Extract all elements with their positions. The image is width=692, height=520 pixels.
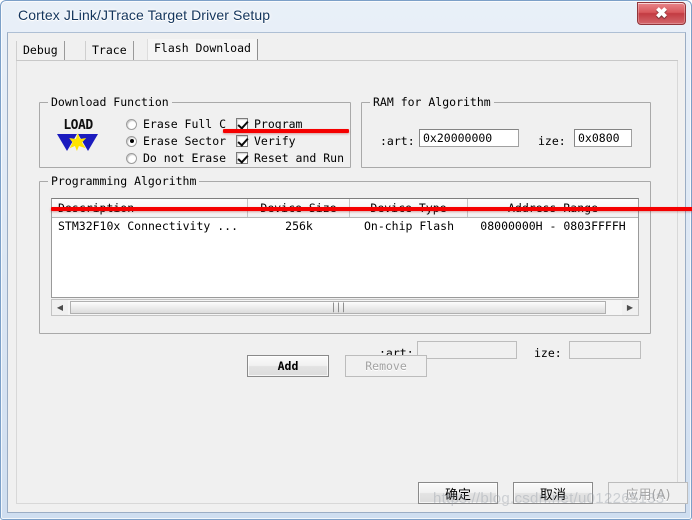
radio-label: Erase Full C: [143, 117, 227, 131]
cancel-button[interactable]: 取消: [513, 482, 593, 504]
algorithm-size-input[interactable]: [569, 341, 641, 359]
title-bar: Cortex JLink/JTrace Target Driver Setup …: [1, 1, 691, 32]
tab-flash-download[interactable]: Flash Download: [147, 39, 258, 61]
radio-indicator: [126, 152, 137, 164]
checkbox-label: Verify: [254, 134, 296, 148]
ram-for-algorithm-caption: RAM for Algorithm: [370, 95, 494, 109]
annotation-line-algorithm-row: [51, 207, 692, 211]
radio-do-not-erase[interactable]: Do not Erase: [126, 151, 226, 165]
algorithm-start-input[interactable]: [417, 341, 517, 359]
scroll-left-arrow-icon[interactable]: ◀: [52, 300, 68, 315]
ok-button[interactable]: 确定: [418, 482, 498, 504]
radio-label: Erase Sector: [143, 134, 227, 148]
cell-description: STM32F10x Connectivity ...: [58, 219, 239, 233]
ram-start-label: :art:: [380, 134, 415, 148]
scrollbar-grip-icon: |||: [330, 302, 346, 313]
tab-debug[interactable]: Debug: [16, 41, 65, 61]
tab-trace[interactable]: Trace: [85, 41, 134, 61]
close-button[interactable]: ✖: [637, 2, 686, 25]
window-title: Cortex JLink/JTrace Target Driver Setup: [18, 7, 271, 23]
download-function-caption: Download Function: [48, 95, 172, 109]
scrollbar-thumb[interactable]: |||: [70, 301, 606, 314]
radio-label: Do not Erase: [143, 151, 227, 165]
programming-algorithm-group: Programming Algorithm Description Device…: [39, 174, 651, 334]
remove-button: Remove: [345, 355, 427, 377]
download-function-group: Download Function LOAD Erase Full C Eras…: [39, 95, 351, 168]
algorithm-size-label: ize:: [534, 346, 562, 360]
checkbox-label: Reset and Run: [254, 151, 345, 165]
checkbox-reset-and-run[interactable]: Reset and Run: [236, 151, 344, 165]
close-icon: ✖: [655, 6, 668, 22]
scrollbar-track[interactable]: |||: [68, 300, 622, 315]
checkbox-indicator: [236, 152, 248, 164]
radio-indicator: [126, 135, 137, 147]
tab-page-flash-download: Download Function LOAD Erase Full C Eras…: [16, 61, 678, 504]
ram-for-algorithm-group: RAM for Algorithm :art: 0x20000000 ize: …: [361, 95, 651, 168]
radio-erase-full-chip[interactable]: Erase Full C: [126, 117, 226, 131]
cell-address-range: 08000000H - 0803FFFFH: [480, 219, 626, 233]
dialog-client-area: Debug Trace Flash Download Download Func…: [7, 32, 686, 513]
scroll-right-arrow-icon[interactable]: ▶: [622, 300, 638, 315]
table-row[interactable]: STM32F10x Connectivity ... 256k On-chip …: [52, 218, 638, 235]
programming-algorithm-caption: Programming Algorithm: [48, 174, 200, 188]
radio-erase-sector[interactable]: Erase Sector: [126, 134, 226, 148]
dialog-window: Cortex JLink/JTrace Target Driver Setup …: [0, 0, 692, 520]
load-icon: LOAD: [56, 117, 100, 157]
apply-button: 应用(A): [608, 482, 688, 504]
add-button[interactable]: Add: [247, 355, 329, 377]
annotation-line-reset-and-run: [223, 129, 349, 133]
cell-device-type: On-chip Flash: [363, 219, 454, 233]
programming-algorithm-list[interactable]: Description Device Size Device Type Addr…: [51, 198, 639, 298]
horizontal-scrollbar[interactable]: ◀ ||| ▶: [51, 299, 639, 316]
tab-strip: Debug Trace Flash Download: [16, 39, 678, 61]
ram-start-input[interactable]: 0x20000000: [419, 129, 519, 147]
ram-size-label: ize:: [538, 134, 566, 148]
ram-size-input[interactable]: 0x0800: [574, 129, 632, 147]
checkbox-verify[interactable]: Verify: [236, 134, 296, 148]
load-icon-label: LOAD: [63, 118, 93, 133]
checkbox-indicator: [236, 135, 248, 147]
radio-indicator: [126, 118, 137, 130]
cell-device-size: 256k: [285, 219, 313, 233]
